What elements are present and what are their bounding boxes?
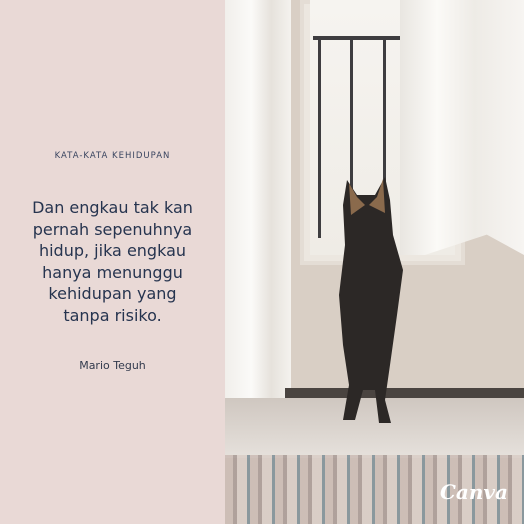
curtain-right — [400, 0, 524, 255]
balcony-railing — [313, 36, 405, 40]
railing-bar — [318, 38, 321, 238]
quote-line: pernah sepenuhnya — [32, 219, 193, 239]
quote-line: Dan engkau tak kan — [32, 198, 193, 217]
quote-panel: KATA-KATA KEHIDUPAN Dan engkau tak kan p… — [0, 0, 225, 524]
quote-line: tanpa risiko. — [63, 305, 162, 325]
quote-line: kehidupan yang — [48, 284, 177, 304]
quote-text: Dan engkau tak kan pernah sepenuhnya hid… — [0, 197, 225, 327]
curtain-left — [225, 0, 291, 450]
dog-image — [339, 177, 403, 423]
quote-line: hanya menunggu — [42, 262, 183, 282]
quote-author: Mario Teguh — [79, 359, 146, 372]
category-label: KATA-KATA KEHIDUPAN — [54, 151, 171, 161]
canva-logo: Canva — [440, 480, 508, 504]
quote-line: hidup, jika engkau — [38, 241, 187, 261]
dog-at-window-photo: Canva — [225, 0, 524, 524]
